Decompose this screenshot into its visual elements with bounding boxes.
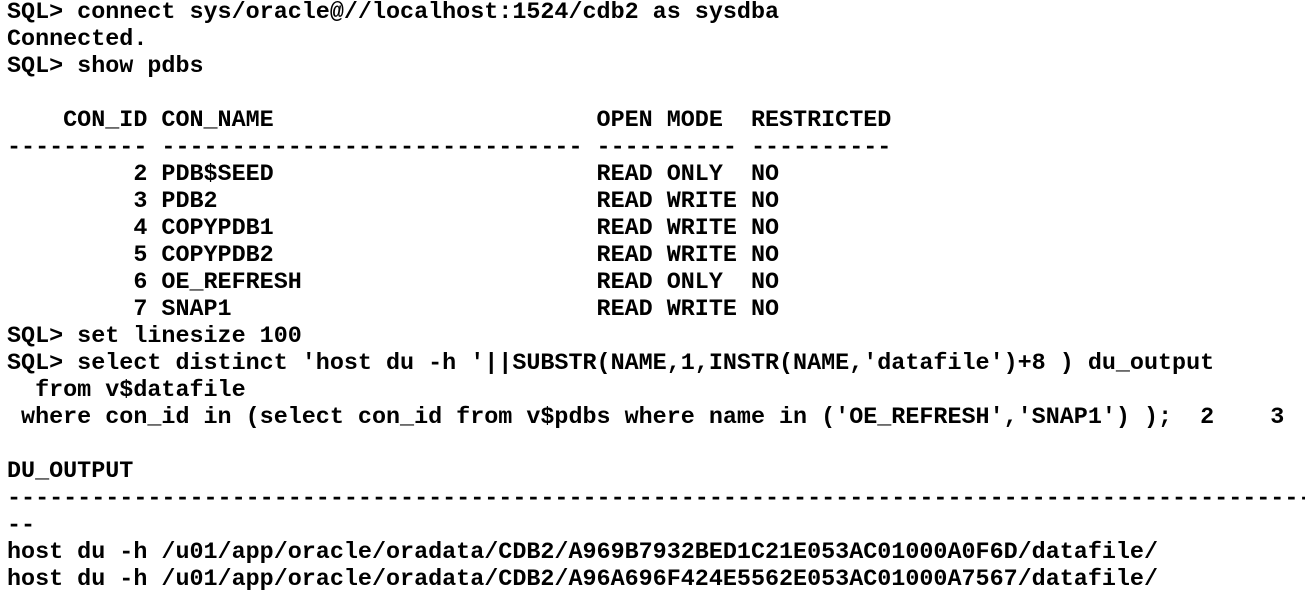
du-output-header: DU_OUTPUT — [7, 459, 134, 485]
terminal-output: SQL> connect sys/oracle@//localhost:1524… — [0, 0, 1305, 607]
du-output-separator-wrap: -- — [7, 513, 36, 539]
pdbs-table-row: 4 COPYPDB1 READ WRITE NO — [7, 216, 780, 242]
terminal-line-where-clause: where con_id in (select con_id from v$pd… — [7, 405, 1285, 431]
du-output-separator: ----------------------------------------… — [7, 486, 1305, 512]
pdbs-table-row: 3 PDB2 READ WRITE NO — [7, 189, 780, 215]
pdbs-table-row: 2 PDB$SEED READ ONLY NO — [7, 162, 780, 188]
terminal-line-show-pdbs-command: SQL> show pdbs — [7, 54, 204, 80]
du-output-row: host du -h /u01/app/oracle/oradata/CDB2/… — [7, 567, 1159, 593]
du-output-row: host du -h /u01/app/oracle/oradata/CDB2/… — [7, 540, 1159, 566]
pdbs-table-row: 6 OE_REFRESH READ ONLY NO — [7, 270, 780, 296]
terminal-line-select-command: SQL> select distinct 'host du -h '||SUBS… — [7, 351, 1215, 377]
pdbs-table-header: CON_ID CON_NAME OPEN MODE RESTRICTED — [7, 108, 892, 134]
terminal-line-from-clause: from v$datafile — [7, 378, 246, 404]
pdbs-table-row: 5 COPYPDB2 READ WRITE NO — [7, 243, 780, 269]
terminal-line-connect-command: SQL> connect sys/oracle@//localhost:1524… — [7, 0, 780, 26]
pdbs-table-row: 7 SNAP1 READ WRITE NO — [7, 297, 780, 323]
pdbs-table-separator: ---------- -----------------------------… — [7, 135, 892, 161]
terminal-line-connected-message: Connected. — [7, 27, 148, 53]
terminal-line-set-linesize-command: SQL> set linesize 100 — [7, 324, 302, 350]
